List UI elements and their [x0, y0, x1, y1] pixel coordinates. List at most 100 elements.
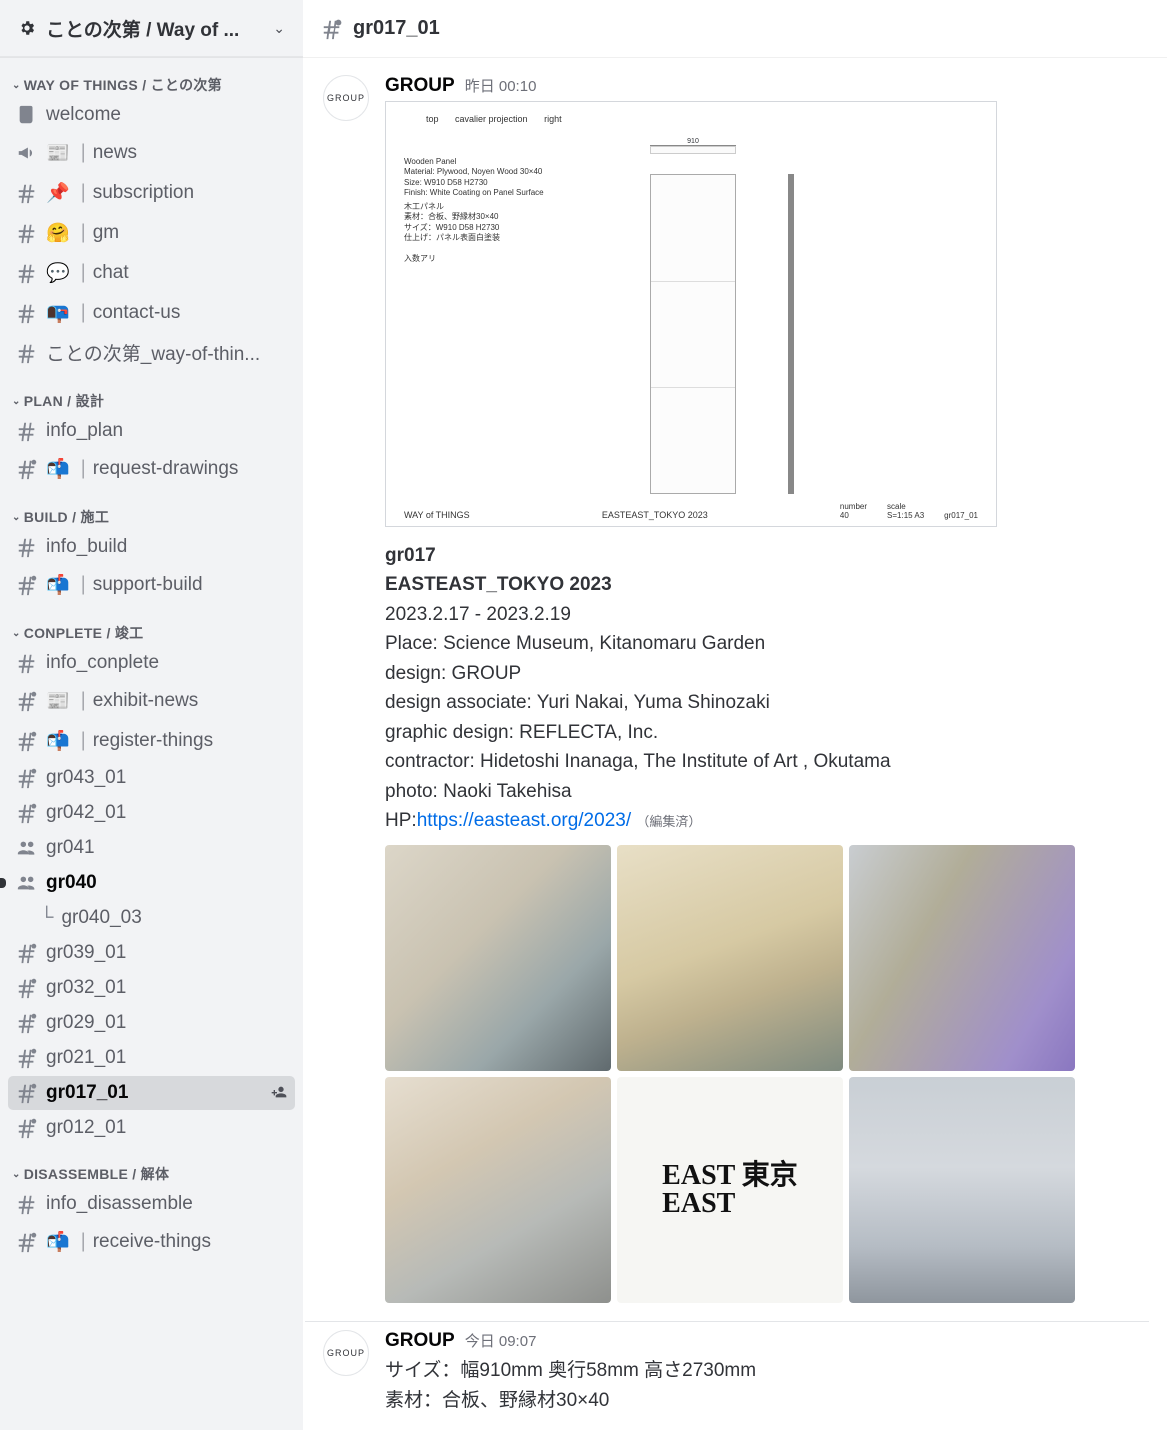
hash-lock-icon [16, 574, 42, 596]
channel-item[interactable]: 📬｜receive-things [8, 1222, 295, 1261]
attachment-image[interactable] [385, 845, 611, 1071]
message-scroll[interactable]: GROUP GROUP 昨日 00:10 top cavalier projec… [303, 57, 1167, 1430]
channel-category[interactable]: ⌄DISASSEMBLE / 解体 [8, 1146, 295, 1186]
channel-emoji: 📰 [46, 141, 70, 165]
channel-category[interactable]: ⌄BUILD / 施工 [8, 489, 295, 529]
avatar[interactable]: GROUP [323, 1330, 369, 1376]
channel-item[interactable]: info_disassemble [8, 1187, 295, 1221]
channel-item[interactable]: gr012_01 [8, 1111, 295, 1145]
channel-item[interactable]: 📬｜request-drawings [8, 449, 295, 488]
avatar[interactable]: GROUP [323, 75, 369, 121]
hash-lock-icon [16, 767, 42, 789]
channel-title: gr017_01 [353, 17, 440, 40]
hash-lock-icon [16, 802, 42, 824]
hash-icon [16, 222, 42, 244]
hash-icon [16, 182, 42, 204]
channel-emoji: 📌 [46, 181, 70, 205]
channel-label: gr012_01 [46, 1117, 287, 1139]
chevron-down-icon: ⌄ [12, 80, 21, 91]
channel-label: welcome [46, 104, 287, 126]
channel-emoji: 📬 [46, 457, 70, 481]
add-member-icon[interactable] [271, 1084, 287, 1103]
channel-item[interactable]: info_plan [8, 414, 295, 448]
hash-icon [16, 652, 42, 674]
channel-label: subscription [93, 182, 287, 204]
channel-item[interactable]: welcome [8, 98, 295, 132]
drawing-spec-jp: 木工パネル 素材：合板、野縁材30×40 サイズ：W910 D58 H2730 … [404, 202, 500, 264]
message-text: gr017 EASTEAST_TOKYO 2023 2023.2.17 - 20… [385, 541, 1149, 835]
channel-item[interactable]: gr041 [8, 831, 295, 865]
channel-item[interactable]: 📰｜exhibit-news [8, 681, 295, 720]
channel-label: receive-things [93, 1231, 287, 1253]
hash-icon [16, 342, 42, 364]
channel-item[interactable]: gr017_01 [8, 1076, 295, 1110]
thread-item[interactable]: └gr040_03 [8, 901, 295, 935]
channel-item[interactable]: gr032_01 [8, 971, 295, 1005]
channel-label: support-build [93, 574, 287, 596]
chevron-down-icon: ⌄ [12, 512, 21, 523]
attachment-image[interactable] [849, 845, 1075, 1071]
attachment-image[interactable] [849, 1077, 1075, 1303]
channel-sidebar: ことの次第 / Way of ... ⌄ ⌄WAY OF THINGS / こと… [0, 0, 303, 1430]
channel-item[interactable]: info_build [8, 530, 295, 564]
hash-lock-icon [16, 458, 42, 480]
hash-lock-icon [16, 690, 42, 712]
channel-item[interactable]: gr021_01 [8, 1041, 295, 1075]
main-panel: gr017_01 GROUP GROUP 昨日 00:10 top cavali… [303, 0, 1167, 1430]
channel-item[interactable]: info_conplete [8, 646, 295, 680]
drawing-attachment[interactable]: top cavalier projection right Wooden Pan… [385, 101, 997, 527]
channel-list: ⌄WAY OF THINGS / ことの次第 welcome 📰｜news📌｜sub… [0, 57, 303, 1282]
hash-lock-icon [16, 1012, 42, 1034]
chevron-down-icon: ⌄ [273, 20, 285, 37]
attachment-image[interactable] [385, 1077, 611, 1303]
chevron-down-icon: ⌄ [12, 1169, 21, 1180]
channel-emoji: 📬 [46, 729, 70, 753]
channel-label: gr043_01 [46, 767, 287, 789]
channel-label: exhibit-news [93, 690, 287, 712]
channel-label: news [93, 142, 287, 164]
channel-item[interactable]: 📭｜contact-us [8, 293, 295, 332]
channel-item[interactable]: 📬｜register-things [8, 721, 295, 760]
channel-item[interactable]: 📌｜subscription [8, 173, 295, 212]
channel-emoji: 🤗 [46, 221, 70, 245]
channel-item[interactable]: 📬｜support-build [8, 565, 295, 604]
attachment-image[interactable]: EAST 東京EAST [617, 1077, 843, 1303]
channel-item[interactable]: gr040 [8, 866, 295, 900]
channel-category[interactable]: ⌄PLAN / 設計 [8, 373, 295, 413]
image-gallery: EAST 東京EAST [385, 845, 1075, 1303]
hash-lock-icon [16, 1231, 42, 1253]
message-author[interactable]: GROUP [385, 75, 455, 97]
channel-item[interactable]: 🤗｜gm [8, 213, 295, 252]
channel-item[interactable]: gr039_01 [8, 936, 295, 970]
hash-icon [16, 262, 42, 284]
message-author[interactable]: GROUP [385, 1330, 455, 1352]
hp-link[interactable]: https://easteast.org/2023/ [417, 810, 631, 831]
channel-label: gr042_01 [46, 802, 287, 824]
message-text: サイズ：幅910mm 奥行58mm 高さ2730mm 素材：合板、野縁材30×4… [385, 1356, 1149, 1415]
unread-indicator [0, 878, 6, 888]
channel-item[interactable]: gr043_01 [8, 761, 295, 795]
hash-lock-icon [16, 730, 42, 752]
channel-category[interactable]: ⌄WAY OF THINGS / ことの次第 [8, 57, 295, 97]
channel-category[interactable]: ⌄CONPLETE / 竣工 [8, 605, 295, 645]
server-header[interactable]: ことの次第 / Way of ... ⌄ [0, 0, 303, 57]
hash-lock-icon [16, 1047, 42, 1069]
channel-label: gr017_01 [46, 1082, 271, 1104]
channel-item[interactable]: 📰｜news [8, 133, 295, 172]
channel-item[interactable]: gr029_01 [8, 1006, 295, 1040]
chevron-down-icon: ⌄ [12, 396, 21, 407]
channel-item[interactable]: gr042_01 [8, 796, 295, 830]
hash-lock-icon [16, 1117, 42, 1139]
message-timestamp: 昨日 00:10 [465, 75, 537, 96]
people-icon [16, 837, 42, 859]
channel-item[interactable]: 💬｜chat [8, 253, 295, 292]
channel-label: gr032_01 [46, 977, 287, 999]
channel-label: gr021_01 [46, 1047, 287, 1069]
channel-label: gr040 [46, 872, 287, 894]
attachment-image[interactable] [617, 845, 843, 1071]
channel-label: ことの次第_way-of-thin... [46, 339, 287, 366]
message: GROUP GROUP 昨日 00:10 top cavalier projec… [323, 75, 1149, 1303]
megaphone-icon [16, 142, 42, 164]
channel-item[interactable]: ことの次第_way-of-thin... [8, 333, 295, 372]
channel-label: gr041 [46, 837, 287, 859]
